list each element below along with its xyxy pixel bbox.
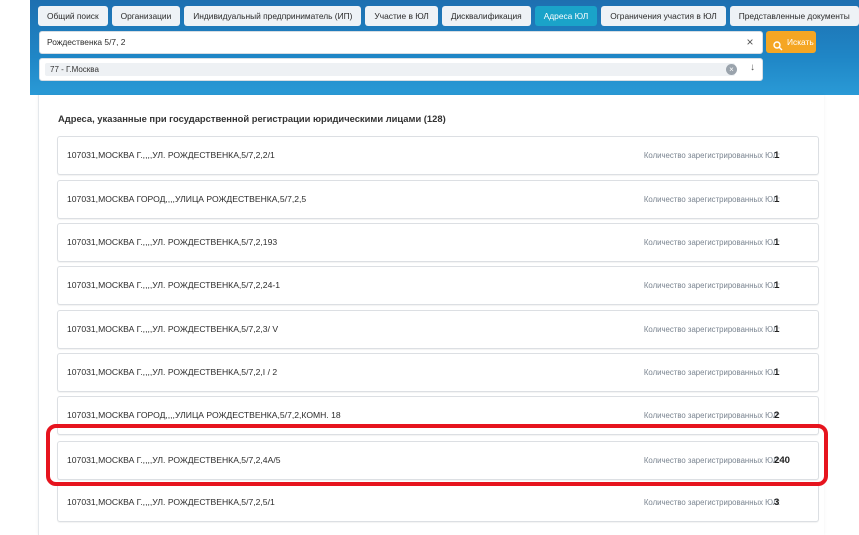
address-text: 107031,МОСКВА Г.,,,,УЛ. РОЖДЕСТВЕНКА,5/7… xyxy=(67,150,275,160)
address-row[interactable]: 107031,МОСКВА ГОРОД,,,,УЛИЦА РОЖДЕСТВЕНК… xyxy=(57,180,819,219)
region-chip: 77 - Г.Москва xyxy=(45,63,735,76)
search-box: × xyxy=(39,31,763,54)
count-label: Количество зарегистрированных ЮЛ: xyxy=(643,368,780,377)
count-label: Количество зарегистрированных ЮЛ: xyxy=(643,238,780,247)
count-label: Количество зарегистрированных ЮЛ: xyxy=(643,151,780,160)
address-row[interactable]: 107031,МОСКВА Г.,,,,УЛ. РОЖДЕСТВЕНКА,5/7… xyxy=(57,136,819,175)
search-icon xyxy=(773,37,783,59)
address-text: 107031,МОСКВА Г.,,,,УЛ. РОЖДЕСТВЕНКА,5/7… xyxy=(67,280,281,290)
address-row[interactable]: 107031,МОСКВА Г.,,,,УЛ. РОЖДЕСТВЕНКА,5/7… xyxy=(57,223,819,262)
count-label: Количество зарегистрированных ЮЛ: xyxy=(643,195,780,204)
count-label: Количество зарегистрированных ЮЛ: xyxy=(643,498,780,507)
address-row-highlighted[interactable]: 107031,МОСКВА Г.,,,,УЛ. РОЖДЕСТВЕНКА,5/7… xyxy=(57,441,819,480)
count-label: Количество зарегистрированных ЮЛ: xyxy=(643,281,780,290)
count-value: 2 xyxy=(774,410,780,421)
address-row[interactable]: 107031,МОСКВА ГОРОД,,,,УЛИЦА РОЖДЕСТВЕНК… xyxy=(57,396,819,435)
count-label: Количество зарегистрированных ЮЛ: xyxy=(643,456,780,465)
address-text: 107031,МОСКВА ГОРОД,,,,УЛИЦА РОЖДЕСТВЕНК… xyxy=(67,194,307,204)
address-text: 107031,МОСКВА ГОРОД,,,,УЛИЦА РОЖДЕСТВЕНК… xyxy=(67,410,341,420)
tab-participation[interactable]: Участие в ЮЛ xyxy=(365,6,438,26)
address-row[interactable]: 107031,МОСКВА Г.,,,,УЛ. РОЖДЕСТВЕНКА,5/7… xyxy=(57,266,819,305)
count-value: 1 xyxy=(774,150,780,161)
count-value: 1 xyxy=(774,194,780,205)
clear-search-icon[interactable]: × xyxy=(744,35,756,49)
address-text: 107031,МОСКВА Г.,,,,УЛ. РОЖДЕСТВЕНКА,5/7… xyxy=(67,324,279,334)
results-title: Адреса, указанные при государственной ре… xyxy=(58,113,446,124)
search-button[interactable]: Искать xyxy=(766,31,816,53)
count-label: Количество зарегистрированных ЮЛ: xyxy=(643,325,780,334)
address-row[interactable]: 107031,МОСКВА Г.,,,,УЛ. РОЖДЕСТВЕНКА,5/7… xyxy=(57,483,819,522)
count-value: 1 xyxy=(774,280,780,291)
tab-general-search[interactable]: Общий поиск xyxy=(38,6,108,26)
count-label: Количество зарегистрированных ЮЛ: xyxy=(643,411,780,420)
count-value: 240 xyxy=(774,455,791,466)
address-text: 107031,МОСКВА Г.,,,,УЛ. РОЖДЕСТВЕНКА,5/7… xyxy=(67,497,275,507)
address-text: 107031,МОСКВА Г.,,,,УЛ. РОЖДЕСТВЕНКА,5/7… xyxy=(67,237,278,247)
address-row[interactable]: 107031,МОСКВА Г.,,,,УЛ. РОЖДЕСТВЕНКА,5/7… xyxy=(57,353,819,392)
search-input[interactable] xyxy=(47,32,737,53)
tab-submitted-documents[interactable]: Представленные документы xyxy=(729,6,859,26)
count-value: 1 xyxy=(774,324,780,335)
address-text: 107031,МОСКВА Г.,,,,УЛ. РОЖДЕСТВЕНКА,5/7… xyxy=(67,455,281,465)
tab-organizations[interactable]: Организации xyxy=(111,6,181,26)
dropdown-arrow-icon[interactable]: ↓ xyxy=(750,62,755,73)
count-value: 1 xyxy=(774,367,780,378)
tab-individual-entrepreneur[interactable]: Индивидуальный предприниматель (ИП) xyxy=(184,6,362,26)
count-value: 1 xyxy=(774,237,780,248)
search-button-label: Искать xyxy=(787,37,814,47)
address-text: 107031,МОСКВА Г.,,,,УЛ. РОЖДЕСТВЕНКА,5/7… xyxy=(67,367,278,377)
clear-region-icon[interactable]: × xyxy=(726,64,737,75)
tab-disqualification[interactable]: Дисквалификация xyxy=(441,6,531,26)
tab-participation-restrictions[interactable]: Ограничения участия в ЮЛ xyxy=(601,6,726,26)
search-tabs: Общий поиск Организации Индивидуальный п… xyxy=(38,6,859,26)
region-select[interactable]: 77 - Г.Москва × ↓ xyxy=(39,58,763,81)
tab-legal-addresses[interactable]: Адреса ЮЛ xyxy=(534,6,598,26)
address-row[interactable]: 107031,МОСКВА Г.,,,,УЛ. РОЖДЕСТВЕНКА,5/7… xyxy=(57,310,819,349)
count-value: 3 xyxy=(774,497,780,508)
